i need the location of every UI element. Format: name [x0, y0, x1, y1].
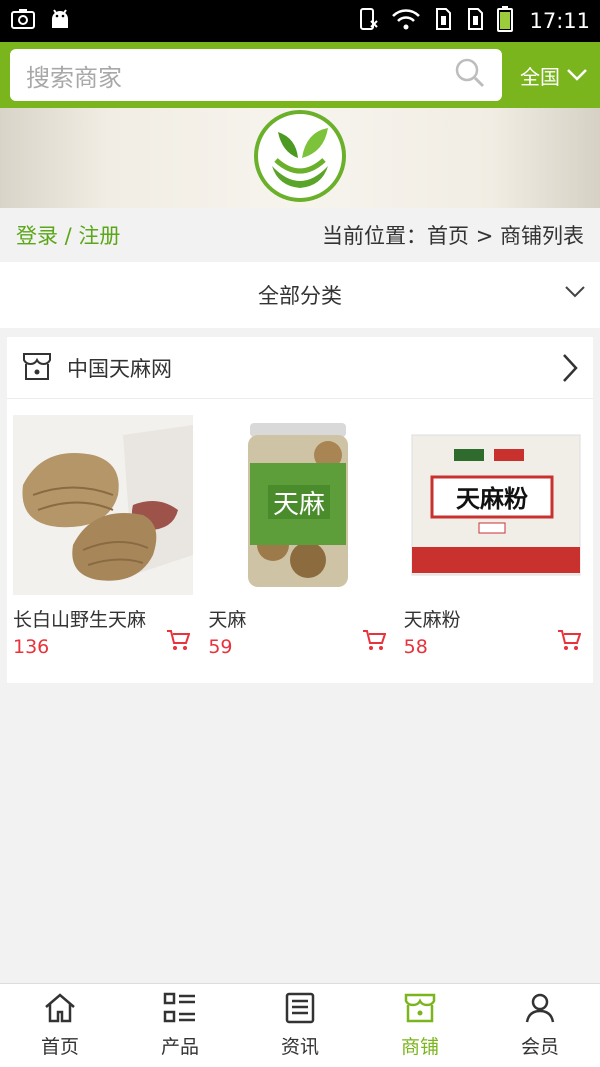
nav-item-home[interactable]: 首页	[0, 984, 120, 1067]
box-title-text: 天麻粉	[456, 484, 528, 513]
app-header: 搜索商家 全国	[0, 42, 600, 108]
search-placeholder: 搜索商家	[26, 63, 122, 92]
store-icon	[403, 992, 437, 1028]
cart-icon[interactable]	[557, 629, 582, 655]
breadcrumb: 登录 / 注册 当前位置：首页 > 商铺列表	[0, 208, 600, 262]
chevron-down-icon	[566, 63, 588, 87]
product-list: 长白山野生天麻 136 天麻 天麻 59 天麻粉 天麻粉 58	[7, 415, 593, 658]
current-location: 当前位置：首页 > 商铺列表	[322, 224, 584, 248]
sim2-icon	[465, 7, 485, 35]
store-icon	[21, 350, 53, 386]
jar-label-text: 天麻	[273, 490, 325, 520]
product-name: 长白山野生天麻	[13, 609, 147, 631]
nav-label: 产品	[160, 1036, 199, 1058]
product-card[interactable]: 长白山野生天麻 136	[13, 415, 202, 658]
cart-icon[interactable]	[362, 629, 387, 655]
screenshot-icon	[10, 8, 36, 34]
product-name: 天麻	[208, 609, 247, 631]
product-image[interactable]: 天麻	[208, 415, 389, 595]
product-card[interactable]: 天麻粉 天麻粉 58	[403, 415, 593, 658]
sim1-icon	[433, 7, 453, 35]
product-card[interactable]: 天麻 天麻 59	[208, 415, 397, 658]
list-icon	[163, 992, 197, 1028]
product-image[interactable]: 天麻粉	[403, 415, 584, 595]
wifi-icon	[391, 7, 421, 35]
status-bar: 17:11	[0, 0, 600, 42]
phone-vibrate-icon	[357, 7, 379, 35]
category-filter[interactable]: 全部分类	[0, 262, 600, 328]
nav-item-products[interactable]: 产品	[120, 984, 240, 1067]
login-register-link[interactable]: 登录 / 注册	[16, 220, 120, 250]
shop-card: 中国天麻网 长白山野生天麻 136 天麻 天麻 59 天麻粉 天麻粉 58	[7, 337, 593, 683]
app-screen: 17:11 搜索商家 全国 登录 / 注册 当前位置：首页 > 商铺列表 全部分…	[0, 0, 600, 1067]
banner	[0, 108, 600, 208]
category-filter-label: 全部分类	[258, 284, 342, 308]
user-icon	[524, 992, 556, 1028]
product-name: 天麻粉	[403, 609, 461, 631]
chevron-down-icon	[564, 284, 586, 303]
nav-label: 会员	[520, 1036, 559, 1058]
android-icon	[48, 7, 72, 35]
shop-name: 中国天麻网	[67, 356, 172, 381]
logo-icon	[252, 108, 348, 208]
nav-item-news[interactable]: 资讯	[240, 984, 360, 1067]
nav-label: 资讯	[280, 1036, 319, 1058]
news-icon	[284, 992, 316, 1028]
region-label: 全国	[520, 64, 560, 89]
shop-header[interactable]: 中国天麻网	[7, 337, 593, 399]
clock: 17:11	[529, 9, 590, 33]
search-input[interactable]: 搜索商家	[10, 49, 502, 101]
home-icon	[43, 992, 77, 1028]
nav-label: 商铺	[400, 1036, 439, 1058]
search-icon[interactable]	[454, 57, 486, 93]
cart-icon[interactable]	[166, 629, 191, 655]
nav-label: 首页	[40, 1036, 79, 1058]
nav-item-member[interactable]: 会员	[480, 984, 600, 1067]
product-image[interactable]	[13, 415, 193, 595]
battery-icon	[497, 6, 514, 36]
region-selector[interactable]: 全国	[520, 61, 588, 90]
chevron-right-icon[interactable]	[561, 353, 579, 387]
nav-item-stores[interactable]: 商铺	[360, 984, 480, 1067]
bottom-nav: 首页 产品 资讯 商铺 会员	[0, 983, 600, 1067]
